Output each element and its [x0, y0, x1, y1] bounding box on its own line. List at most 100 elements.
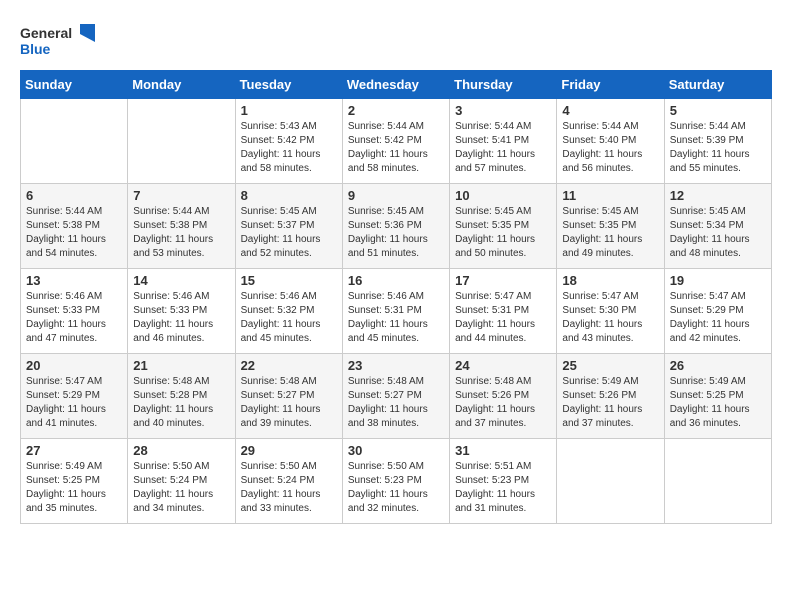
- calendar-table: SundayMondayTuesdayWednesdayThursdayFrid…: [20, 70, 772, 524]
- day-number: 1: [241, 103, 337, 118]
- day-number: 14: [133, 273, 229, 288]
- day-info: Sunrise: 5:43 AMSunset: 5:42 PMDaylight:…: [241, 120, 337, 176]
- day-cell: 30Sunrise: 5:50 AMSunset: 5:23 PMDayligh…: [342, 439, 449, 524]
- day-info: Sunrise: 5:49 AMSunset: 5:25 PMDaylight:…: [670, 375, 766, 431]
- logo-svg: GeneralBlue: [20, 20, 100, 60]
- svg-text:Blue: Blue: [20, 41, 51, 57]
- day-info: Sunrise: 5:44 AMSunset: 5:42 PMDaylight:…: [348, 120, 444, 176]
- day-info: Sunrise: 5:48 AMSunset: 5:28 PMDaylight:…: [133, 375, 229, 431]
- day-info: Sunrise: 5:45 AMSunset: 5:37 PMDaylight:…: [241, 205, 337, 261]
- day-cell: 26 Sunrise: 5:49 AMSunset: 5:25 PMDayligh…: [664, 354, 771, 439]
- day-info: Sunrise: 5:50 AMSunset: 5:23 PMDaylight:…: [348, 460, 444, 516]
- header-row: SundayMondayTuesdayWednesdayThursdayFrid…: [21, 71, 772, 99]
- day-cell: 6 Sunrise: 5:44 AMSunset: 5:38 PMDaylight…: [21, 184, 128, 269]
- day-number: 9: [348, 188, 444, 203]
- day-cell: 5 Sunrise: 5:44 AMSunset: 5:39 PMDaylight…: [664, 99, 771, 184]
- day-cell: 2 Sunrise: 5:44 AMSunset: 5:42 PMDaylight…: [342, 99, 449, 184]
- day-number: 2: [348, 103, 444, 118]
- day-cell: [664, 439, 771, 524]
- day-number: 24: [455, 358, 551, 373]
- day-cell: 28 Sunrise: 5:50 AMSunset: 5:24 PMDayligh…: [128, 439, 235, 524]
- day-number: 15: [241, 273, 337, 288]
- header-cell-tuesday: Tuesday: [235, 71, 342, 99]
- day-cell: 20 Sunrise: 5:47 AMSunset: 5:29 PMDayligh…: [21, 354, 128, 439]
- day-number: 13: [26, 273, 122, 288]
- day-cell: 4 Sunrise: 5:44 AMSunset: 5:40 PMDaylight…: [557, 99, 664, 184]
- day-info: Sunrise: 5:44 AMSunset: 5:39 PMDaylight:…: [670, 120, 766, 176]
- day-info: Sunrise: 5:44 AMSunset: 5:38 PMDaylight:…: [133, 205, 229, 261]
- day-number: 16: [348, 273, 444, 288]
- day-cell: [21, 99, 128, 184]
- day-info: Sunrise: 5:47 AMSunset: 5:30 PMDaylight:…: [562, 290, 658, 346]
- day-info: Sunrise: 5:51 AMSunset: 5:23 PMDaylight:…: [455, 460, 551, 516]
- day-info: Sunrise: 5:45 AMSunset: 5:36 PMDaylight:…: [348, 205, 444, 261]
- day-number: 10: [455, 188, 551, 203]
- day-cell: [557, 439, 664, 524]
- day-info: Sunrise: 5:47 AMSunset: 5:29 PMDaylight:…: [26, 375, 122, 431]
- day-info: Sunrise: 5:50 AMSunset: 5:24 PMDaylight:…: [241, 460, 337, 516]
- day-number: 4: [562, 103, 658, 118]
- day-number: 6: [26, 188, 122, 203]
- day-number: 23: [348, 358, 444, 373]
- header-cell-saturday: Saturday: [664, 71, 771, 99]
- day-number: 17: [455, 273, 551, 288]
- header-cell-friday: Friday: [557, 71, 664, 99]
- day-info: Sunrise: 5:50 AMSunset: 5:24 PMDaylight:…: [133, 460, 229, 516]
- day-number: 12: [670, 188, 766, 203]
- week-row-1: 1 Sunrise: 5:43 AMSunset: 5:42 PMDaylight…: [21, 99, 772, 184]
- day-number: 7: [133, 188, 229, 203]
- day-info: Sunrise: 5:49 AMSunset: 5:25 PMDaylight:…: [26, 460, 122, 516]
- day-number: 11: [562, 188, 658, 203]
- day-info: Sunrise: 5:48 AMSunset: 5:26 PMDaylight:…: [455, 375, 551, 431]
- day-info: Sunrise: 5:46 AMSunset: 5:33 PMDaylight:…: [26, 290, 122, 346]
- day-number: 18: [562, 273, 658, 288]
- day-cell: 10 Sunrise: 5:45 AMSunset: 5:35 PMDayligh…: [450, 184, 557, 269]
- svg-text:General: General: [20, 25, 72, 41]
- day-info: Sunrise: 5:44 AMSunset: 5:41 PMDaylight:…: [455, 120, 551, 176]
- day-info: Sunrise: 5:45 AMSunset: 5:35 PMDaylight:…: [455, 205, 551, 261]
- day-number: 19: [670, 273, 766, 288]
- day-cell: 3 Sunrise: 5:44 AMSunset: 5:41 PMDaylight…: [450, 99, 557, 184]
- day-cell: 18 Sunrise: 5:47 AMSunset: 5:30 PMDayligh…: [557, 269, 664, 354]
- day-number: 21: [133, 358, 229, 373]
- day-cell: 12 Sunrise: 5:45 AMSunset: 5:34 PMDayligh…: [664, 184, 771, 269]
- day-number: 5: [670, 103, 766, 118]
- day-cell: 25Sunrise: 5:49 AMSunset: 5:26 PMDayligh…: [557, 354, 664, 439]
- day-info: Sunrise: 5:47 AMSunset: 5:31 PMDaylight:…: [455, 290, 551, 346]
- day-info: Sunrise: 5:45 AMSunset: 5:35 PMDaylight:…: [562, 205, 658, 261]
- day-info: Sunrise: 5:46 AMSunset: 5:33 PMDaylight:…: [133, 290, 229, 346]
- header-cell-sunday: Sunday: [21, 71, 128, 99]
- day-cell: 29Sunrise: 5:50 AMSunset: 5:24 PMDayligh…: [235, 439, 342, 524]
- day-cell: 27 Sunrise: 5:49 AMSunset: 5:25 PMDayligh…: [21, 439, 128, 524]
- day-cell: 19 Sunrise: 5:47 AMSunset: 5:29 PMDayligh…: [664, 269, 771, 354]
- day-cell: 23Sunrise: 5:48 AMSunset: 5:27 PMDayligh…: [342, 354, 449, 439]
- day-cell: 21 Sunrise: 5:48 AMSunset: 5:28 PMDayligh…: [128, 354, 235, 439]
- day-cell: 22Sunrise: 5:48 AMSunset: 5:27 PMDayligh…: [235, 354, 342, 439]
- day-info: Sunrise: 5:44 AMSunset: 5:40 PMDaylight:…: [562, 120, 658, 176]
- day-info: Sunrise: 5:49 AMSunset: 5:26 PMDaylight:…: [562, 375, 658, 431]
- day-number: 28: [133, 443, 229, 458]
- day-info: Sunrise: 5:45 AMSunset: 5:34 PMDaylight:…: [670, 205, 766, 261]
- day-number: 20: [26, 358, 122, 373]
- day-cell: 9 Sunrise: 5:45 AMSunset: 5:36 PMDaylight…: [342, 184, 449, 269]
- week-row-3: 13 Sunrise: 5:46 AMSunset: 5:33 PMDayligh…: [21, 269, 772, 354]
- week-row-4: 20 Sunrise: 5:47 AMSunset: 5:29 PMDayligh…: [21, 354, 772, 439]
- header-cell-monday: Monday: [128, 71, 235, 99]
- day-number: 26: [670, 358, 766, 373]
- day-cell: 24 Sunrise: 5:48 AMSunset: 5:26 PMDayligh…: [450, 354, 557, 439]
- day-info: Sunrise: 5:44 AMSunset: 5:38 PMDaylight:…: [26, 205, 122, 261]
- day-cell: 11 Sunrise: 5:45 AMSunset: 5:35 PMDayligh…: [557, 184, 664, 269]
- page-header: GeneralBlue: [20, 20, 772, 60]
- day-info: Sunrise: 5:47 AMSunset: 5:29 PMDaylight:…: [670, 290, 766, 346]
- day-number: 3: [455, 103, 551, 118]
- day-number: 27: [26, 443, 122, 458]
- day-number: 22: [241, 358, 337, 373]
- day-cell: 13 Sunrise: 5:46 AMSunset: 5:33 PMDayligh…: [21, 269, 128, 354]
- day-cell: 1 Sunrise: 5:43 AMSunset: 5:42 PMDaylight…: [235, 99, 342, 184]
- day-cell: 16Sunrise: 5:46 AMSunset: 5:31 PMDayligh…: [342, 269, 449, 354]
- logo: GeneralBlue: [20, 20, 100, 60]
- day-cell: 15 Sunrise: 5:46 AMSunset: 5:32 PMDayligh…: [235, 269, 342, 354]
- day-info: Sunrise: 5:46 AMSunset: 5:32 PMDaylight:…: [241, 290, 337, 346]
- day-cell: 31Sunrise: 5:51 AMSunset: 5:23 PMDayligh…: [450, 439, 557, 524]
- day-cell: 17 Sunrise: 5:47 AMSunset: 5:31 PMDayligh…: [450, 269, 557, 354]
